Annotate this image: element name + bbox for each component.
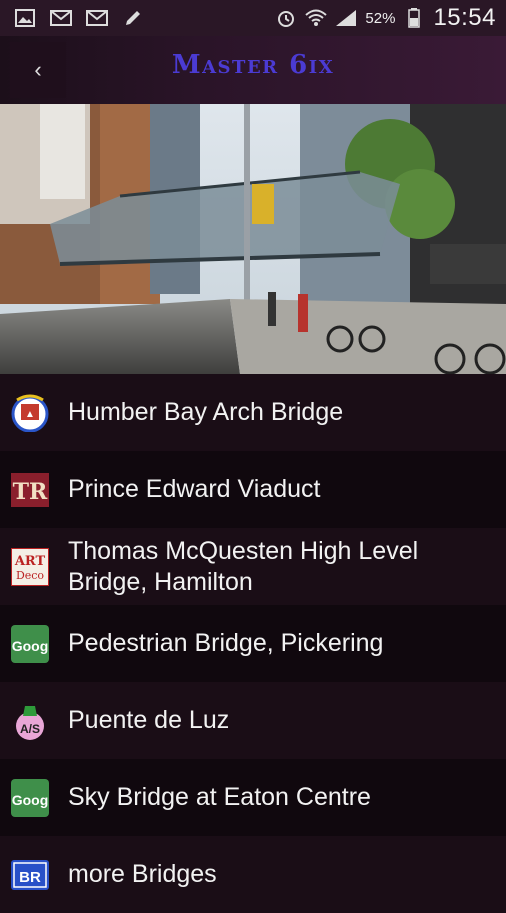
list-item[interactable]: Goog Sky Bridge at Eaton Centre	[0, 759, 506, 836]
svg-text:A/S: A/S	[20, 722, 40, 736]
pencil-icon	[122, 8, 144, 28]
list-item-label: Humber Bay Arch Bridge	[68, 398, 344, 426]
list-item-label: Thomas McQuesten High Level Bridge, Hami…	[68, 536, 419, 596]
list-item[interactable]: ▲ Humber Bay Arch Bridge	[0, 374, 506, 451]
mail-icon	[86, 8, 108, 28]
svg-text:Goog: Goog	[12, 638, 49, 654]
app-title: Master 6ix	[171, 50, 335, 80]
street-photo	[0, 104, 506, 374]
app-bar: ‹ Master 6ix	[0, 36, 506, 104]
clock: 15:54	[433, 4, 496, 31]
alarm-icon	[275, 8, 297, 28]
list-item[interactable]: BR more Bridges	[0, 836, 506, 913]
bridges-list: ▲ Humber Bay Arch Bridge TR Prince Edwar…	[0, 374, 506, 900]
svg-text:ART: ART	[14, 554, 46, 569]
image-icon	[14, 8, 36, 28]
list-item-label: Pedestrian Bridge, Pickering	[68, 629, 384, 657]
list-item-label: Sky Bridge at Eaton Centre	[68, 783, 371, 811]
list-item[interactable]: Goog Pedestrian Bridge, Pickering	[0, 605, 506, 682]
svg-text:Deco: Deco	[16, 569, 44, 582]
badge-icon: ▲	[11, 394, 49, 432]
svg-text:Goog: Goog	[12, 792, 49, 808]
br-icon: BR	[11, 856, 49, 894]
art-deco-icon: ART Deco	[10, 546, 50, 587]
hero-image	[0, 104, 506, 374]
svg-text:▲: ▲	[25, 409, 35, 420]
list-item-label: Prince Edward Viaduct	[68, 475, 321, 503]
list-item-label: Puente de Luz	[68, 706, 230, 734]
svg-text:TR: TR	[13, 479, 48, 505]
status-bar: 52% 15:54	[0, 0, 506, 36]
list-item[interactable]: A/S Puente de Luz	[0, 682, 506, 759]
as-icon: A/S	[11, 702, 49, 740]
tr-logo-icon: TR	[11, 471, 49, 509]
svg-text:BR: BR	[19, 869, 41, 886]
battery-icon	[403, 8, 425, 28]
list-item[interactable]: ART Deco Thomas McQuesten High Level Brid…	[0, 528, 506, 605]
goog-icon: Goog	[11, 624, 49, 663]
goog-icon: Goog	[11, 778, 49, 817]
battery-percent: 52%	[365, 9, 396, 27]
wifi-icon	[305, 8, 328, 28]
list-item[interactable]: TR Prince Edward Viaduct	[0, 451, 506, 528]
signal-icon	[335, 8, 357, 28]
list-item-label: more Bridges	[68, 860, 217, 888]
mail-icon	[50, 8, 72, 28]
